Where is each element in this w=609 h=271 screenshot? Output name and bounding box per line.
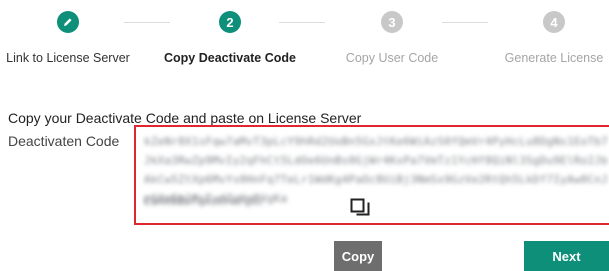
step-number: 3 xyxy=(381,11,403,33)
step-copy-deactivate-code: 2 Copy Deactivate Code xyxy=(160,11,300,66)
deactivate-code-field[interactable]: kZeNr8X1sFqw7aMvT3pLcY9hRd2UoBn5GxJtKe6W… xyxy=(134,125,609,225)
deactivate-code-tail: CaHX0BbfqAskFmrqKc xyxy=(144,195,264,208)
step-label: Link to License Server xyxy=(6,51,130,65)
step-number: 4 xyxy=(543,11,565,33)
step-completed-indicator xyxy=(57,11,79,33)
copy-button[interactable]: Copy xyxy=(334,241,382,271)
step-label: Generate License xyxy=(504,51,604,65)
instruction-text: Copy your Deactivate Code and paste on L… xyxy=(8,110,362,126)
step-label: Copy User Code xyxy=(345,51,439,65)
step-number: 2 xyxy=(219,11,241,33)
next-button[interactable]: Next xyxy=(524,241,609,271)
copy-icon[interactable] xyxy=(349,197,371,219)
stepper: Link to License Server 2 Copy Deactivate… xyxy=(0,0,609,95)
step-generate-license: 4 Generate License xyxy=(484,11,609,66)
step-link-to-license-server: Link to License Server xyxy=(0,11,138,66)
deactivate-code-label: Deactivaten Code xyxy=(8,133,120,149)
pencil-icon xyxy=(64,18,72,26)
step-label: Copy Deactivate Code xyxy=(164,51,296,65)
step-copy-user-code: 3 Copy User Code xyxy=(322,11,462,66)
